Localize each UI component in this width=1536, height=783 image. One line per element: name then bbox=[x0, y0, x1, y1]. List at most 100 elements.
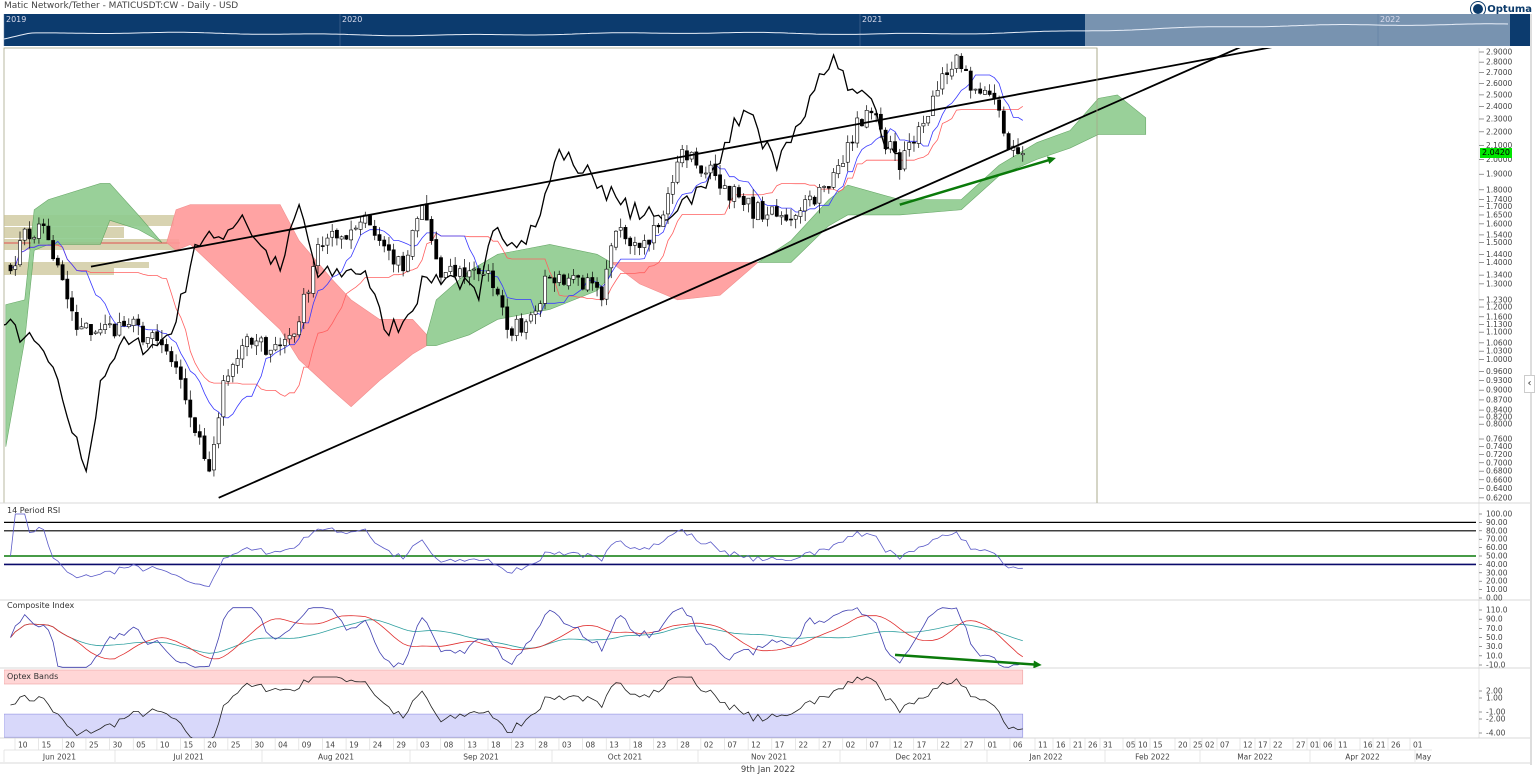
composite-tick-label: -10.0 bbox=[1486, 661, 1506, 670]
candle bbox=[264, 335, 268, 356]
composite-tick-label: 90.0 bbox=[1486, 615, 1503, 624]
candle-body bbox=[1016, 147, 1020, 154]
candle-body bbox=[822, 186, 827, 188]
candle bbox=[907, 133, 912, 157]
day-tick-label: 26 bbox=[1391, 741, 1401, 750]
day-tick-label: 12 bbox=[751, 741, 761, 750]
candle-body bbox=[226, 375, 231, 382]
day-tick-label: 21 bbox=[1073, 741, 1083, 750]
candle bbox=[197, 424, 202, 445]
candle bbox=[959, 53, 964, 73]
candle-body bbox=[543, 275, 547, 304]
candle-body bbox=[614, 230, 618, 248]
overview-year-label: 2021 bbox=[862, 15, 882, 24]
candle bbox=[878, 107, 883, 139]
candle-body bbox=[845, 142, 850, 163]
candle bbox=[372, 219, 377, 241]
candle bbox=[259, 335, 264, 352]
candle bbox=[410, 229, 415, 261]
candle-body bbox=[760, 201, 765, 220]
candle bbox=[382, 236, 387, 253]
candle bbox=[131, 316, 136, 333]
candle-body bbox=[902, 150, 907, 170]
candle-body bbox=[278, 344, 283, 347]
candle-body bbox=[656, 224, 661, 228]
month-label: Feb 2022 bbox=[1135, 753, 1170, 762]
candle bbox=[235, 349, 240, 374]
day-tick-label: 05 bbox=[1126, 741, 1136, 750]
candle bbox=[689, 151, 694, 163]
candle-body bbox=[164, 344, 169, 352]
price-tick-label: 1.8000 bbox=[1486, 185, 1512, 194]
candle-body bbox=[424, 203, 429, 221]
candle bbox=[401, 251, 406, 277]
candle bbox=[335, 228, 339, 246]
candle bbox=[826, 186, 831, 194]
day-tick-label: 04 bbox=[278, 741, 288, 750]
candle-body bbox=[552, 277, 557, 284]
candle-body bbox=[382, 239, 387, 247]
day-tick-label: 17 bbox=[917, 741, 927, 750]
candle-body bbox=[183, 378, 188, 401]
candle-body bbox=[793, 215, 798, 220]
candle-body bbox=[987, 90, 992, 95]
overview-year-label: 2022 bbox=[1380, 15, 1400, 24]
candle bbox=[822, 185, 827, 193]
price-tick-label: 1.5000 bbox=[1486, 238, 1512, 247]
candle-body bbox=[188, 399, 193, 418]
candle-body bbox=[968, 70, 973, 91]
candle bbox=[141, 321, 145, 346]
candle-body bbox=[415, 218, 420, 232]
candle-body bbox=[812, 196, 817, 205]
candle bbox=[136, 314, 141, 336]
candle bbox=[249, 336, 254, 349]
day-tick-label: 30 bbox=[113, 741, 123, 750]
candle-body bbox=[453, 264, 458, 277]
month-label: Sep 2021 bbox=[463, 753, 499, 762]
overview-selection-window[interactable] bbox=[1085, 14, 1510, 46]
day-tick-label: 12 bbox=[893, 741, 903, 750]
candle-body bbox=[864, 110, 869, 128]
candle bbox=[793, 213, 798, 229]
candle bbox=[798, 207, 803, 224]
candle bbox=[983, 86, 987, 95]
candle-body bbox=[22, 228, 27, 241]
candle bbox=[902, 141, 907, 172]
candle-body bbox=[391, 249, 396, 265]
candle-body bbox=[888, 141, 893, 150]
candle bbox=[718, 165, 722, 195]
candle-body bbox=[240, 345, 245, 360]
day-tick-label: 27 bbox=[964, 741, 974, 750]
candle-body bbox=[320, 245, 325, 247]
candle-body bbox=[954, 54, 959, 69]
candle-body bbox=[670, 182, 675, 195]
candle-body bbox=[448, 265, 453, 272]
candle-body bbox=[335, 229, 339, 239]
candle-body bbox=[836, 165, 841, 175]
candle-body bbox=[779, 215, 784, 218]
candle-body bbox=[510, 328, 514, 336]
upper-trendline bbox=[90, 48, 1273, 268]
candle-body bbox=[703, 172, 708, 175]
candle bbox=[623, 224, 628, 245]
collapse-panel-button[interactable]: ‹ bbox=[1524, 375, 1535, 393]
candle-body bbox=[623, 227, 628, 240]
candle-body bbox=[580, 277, 585, 290]
price-tick-label: 2.8000 bbox=[1486, 58, 1512, 67]
candle-body bbox=[585, 277, 590, 291]
current-date-label: 9th Jan 2022 bbox=[740, 765, 796, 775]
candle-body bbox=[89, 324, 93, 336]
price-tick-label: 0.6400 bbox=[1486, 484, 1512, 493]
chart-canvas[interactable]: 2019 2020 2021 20222.90002.80002.70002.6000… bbox=[0, 0, 1536, 783]
day-tick-label: 22 bbox=[940, 741, 950, 750]
day-tick-label: 18 bbox=[491, 741, 501, 750]
day-tick-label: 11 bbox=[1338, 741, 1348, 750]
candle-body bbox=[741, 196, 746, 205]
candle-body bbox=[557, 274, 562, 283]
month-label: Nov 2021 bbox=[751, 753, 787, 762]
day-tick-label: 13 bbox=[609, 741, 619, 750]
candle-body bbox=[1020, 153, 1025, 156]
candle-body bbox=[547, 276, 552, 279]
rsi-plot bbox=[4, 513, 1476, 588]
month-label: Apr 2022 bbox=[1345, 753, 1380, 762]
